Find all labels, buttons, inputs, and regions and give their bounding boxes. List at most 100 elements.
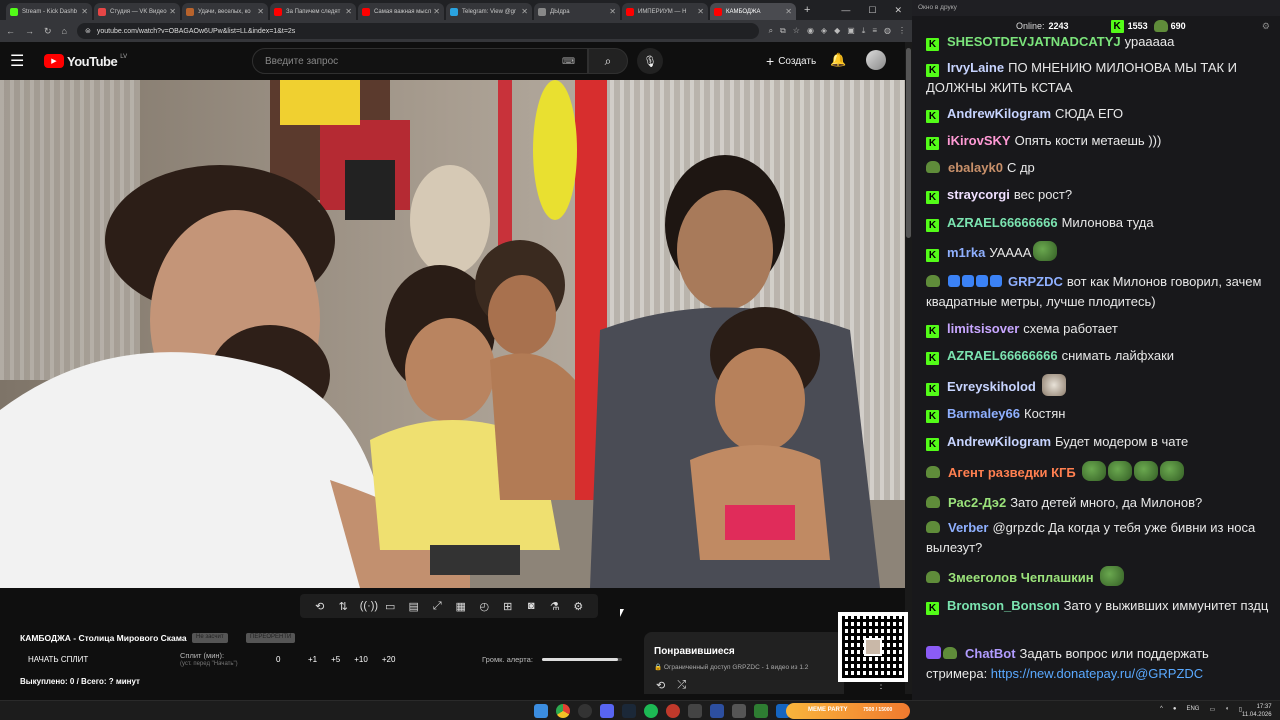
app-icon[interactable] [710,704,724,718]
browser-tab[interactable]: Удачи, веселых, ко ✕ [182,3,268,20]
chrome-icon[interactable] [556,704,570,718]
browser-tab[interactable]: ДЫдра ✕ [534,3,620,20]
film-icon[interactable]: ▤ [407,600,421,613]
create-button[interactable]: + Создать [756,50,826,72]
voice-search-button[interactable]: 🎙 [637,48,663,74]
chat-username[interactable]: SHESOTDEVJATNADCATYJ [947,34,1121,49]
tray-arrow-icon[interactable]: ^ [1160,706,1163,713]
settings-icon[interactable]: ⚙ [1262,21,1270,32]
close-icon[interactable]: ✕ [257,7,264,16]
sort-icon[interactable]: ⇅ [336,600,350,613]
loop-icon[interactable]: ⟲ [313,600,327,613]
chat-username[interactable]: Змееголов Чеплашкин [948,570,1094,585]
forward-icon[interactable]: → [25,26,34,36]
chat-username[interactable]: limitsisover [947,321,1019,336]
hamburger-menu-icon[interactable]: ☰ [10,51,36,71]
download-icon[interactable]: ⤓ [862,26,866,36]
status-chip[interactable]: Не засчит [192,633,228,643]
meme-party-widget[interactable]: MEME PARTY 7500 / 15000 [786,703,910,719]
back-icon[interactable]: ← [6,26,15,36]
extension-icon[interactable]: ◆ [834,26,840,36]
network-icon[interactable]: ▭ [1209,706,1215,713]
browser-tab-active[interactable]: КАМБОДЖА ✕ [710,3,796,20]
home-icon[interactable]: ⌂ [62,26,67,36]
chat-username[interactable]: IrvyLaine [947,60,1004,75]
chat-username[interactable]: AZRAEL66666666 [947,348,1058,363]
increment-button[interactable]: +1 [308,655,317,664]
steam-icon[interactable] [622,704,636,718]
browser-tab[interactable]: Telegram: View @gr ✕ [446,3,532,20]
maximize-icon[interactable]: ☐ [868,5,876,16]
add-icon[interactable]: ⊞ [501,600,515,613]
minimize-icon[interactable]: — [841,5,850,16]
search-button[interactable]: ⌕ [588,48,628,74]
close-icon[interactable]: ✕ [169,7,176,16]
chat-username[interactable]: iKirovSKY [947,133,1011,148]
donate-link[interactable]: https://new.donatepay.ru/@GRPZDC [991,666,1203,681]
windows-start-icon[interactable] [534,704,548,718]
clock[interactable]: 17:37 11.04.2026 [1242,703,1272,719]
app-icon[interactable] [688,704,702,718]
split-value[interactable]: 0 [276,655,280,664]
browser-tab[interactable]: Студия — VK Видео ✕ [94,3,180,20]
avatar[interactable] [866,50,886,70]
increment-button[interactable]: +10 [354,655,368,664]
start-split-button[interactable]: НАЧАТЬ СПЛИТ [28,655,88,664]
youtube-logo[interactable]: ▶ YouTube LV [44,54,127,69]
extension-icon[interactable]: ≡ [872,26,877,36]
notifications-bell-icon[interactable]: 🔔 [830,52,846,68]
chat-username[interactable]: Bromson_Bonson [947,598,1060,613]
chat-username[interactable]: Verber [948,520,988,535]
browser-tab[interactable]: Stream - Kick Dashb ✕ [6,3,92,20]
app-icon[interactable] [732,704,746,718]
broadcast-icon[interactable]: ((·)) [360,600,378,612]
menu-icon[interactable]: ⋮ [898,26,906,36]
obs-icon[interactable] [578,704,592,718]
page-scrollbar-thumb[interactable] [906,48,911,238]
video-player[interactable] [0,80,905,588]
site-info-icon[interactable]: ⊜ [85,27,91,35]
chat-username[interactable]: Агент разведки КГБ [948,465,1076,480]
spotify-icon[interactable] [644,704,658,718]
chat-username[interactable]: AndrewKilogram [947,434,1051,449]
increment-button[interactable]: +20 [382,655,396,664]
screen-icon[interactable]: ▭ [383,600,397,613]
close-icon[interactable]: ✕ [609,7,616,16]
chat-username[interactable]: AZRAEL66666666 [947,215,1058,230]
status-chip[interactable]: ПЕРЕОРЕНТИ [246,633,296,643]
profile-icon[interactable]: ◍ [884,26,891,36]
close-icon[interactable]: ✕ [521,7,528,16]
close-window-icon[interactable]: ✕ [894,5,902,16]
playlist-title[interactable]: Понравившиеся [654,646,735,657]
reload-icon[interactable]: ↻ [44,26,52,37]
shuffle-icon[interactable]: ⤮ [677,679,686,692]
alert-volume-slider[interactable] [542,658,622,661]
star-icon[interactable]: ☆ [793,26,800,36]
url-field[interactable]: ⊜ youtube.com/watch?v=OBAGAOw6UPw&list=LL… [76,23,759,39]
app-icon[interactable] [666,704,680,718]
chat-username[interactable]: AndrewKilogram [947,106,1051,121]
chat-username[interactable]: ebalayk0 [948,160,1003,175]
search-input[interactable]: Введите запрос ⌨ [252,48,588,74]
chat-username[interactable]: Рас2-Дэ2 [948,495,1006,510]
new-tab-icon[interactable]: + [804,4,810,16]
speed-icon[interactable]: ◴ [477,600,491,613]
discord-icon[interactable] [600,704,614,718]
browser-tab[interactable]: За Папичем следят ✕ [270,3,356,20]
mic-tray-icon[interactable]: ● [1173,706,1177,713]
close-icon[interactable]: ✕ [785,7,792,16]
close-icon[interactable]: ✕ [697,7,704,16]
increment-button[interactable]: +5 [331,655,340,664]
browser-tab[interactable]: Самая важная мысл ✕ [358,3,444,20]
chat-username[interactable]: ChatBot [965,646,1016,661]
close-icon[interactable]: ✕ [81,7,88,16]
zoom-icon[interactable]: ⌕ [769,26,773,36]
close-icon[interactable]: ✕ [433,7,440,16]
chat-username[interactable]: GRPZDC [1008,274,1063,289]
translate-icon[interactable]: ⧉ [780,26,786,36]
keyboard-icon[interactable]: ⌨ [562,56,575,67]
language-indicator[interactable]: ENG [1186,706,1199,713]
volume-icon[interactable]: ◖ [1225,706,1229,713]
camera-icon[interactable]: ◙ [524,600,538,612]
layout-icon[interactable]: ▦ [454,600,468,613]
